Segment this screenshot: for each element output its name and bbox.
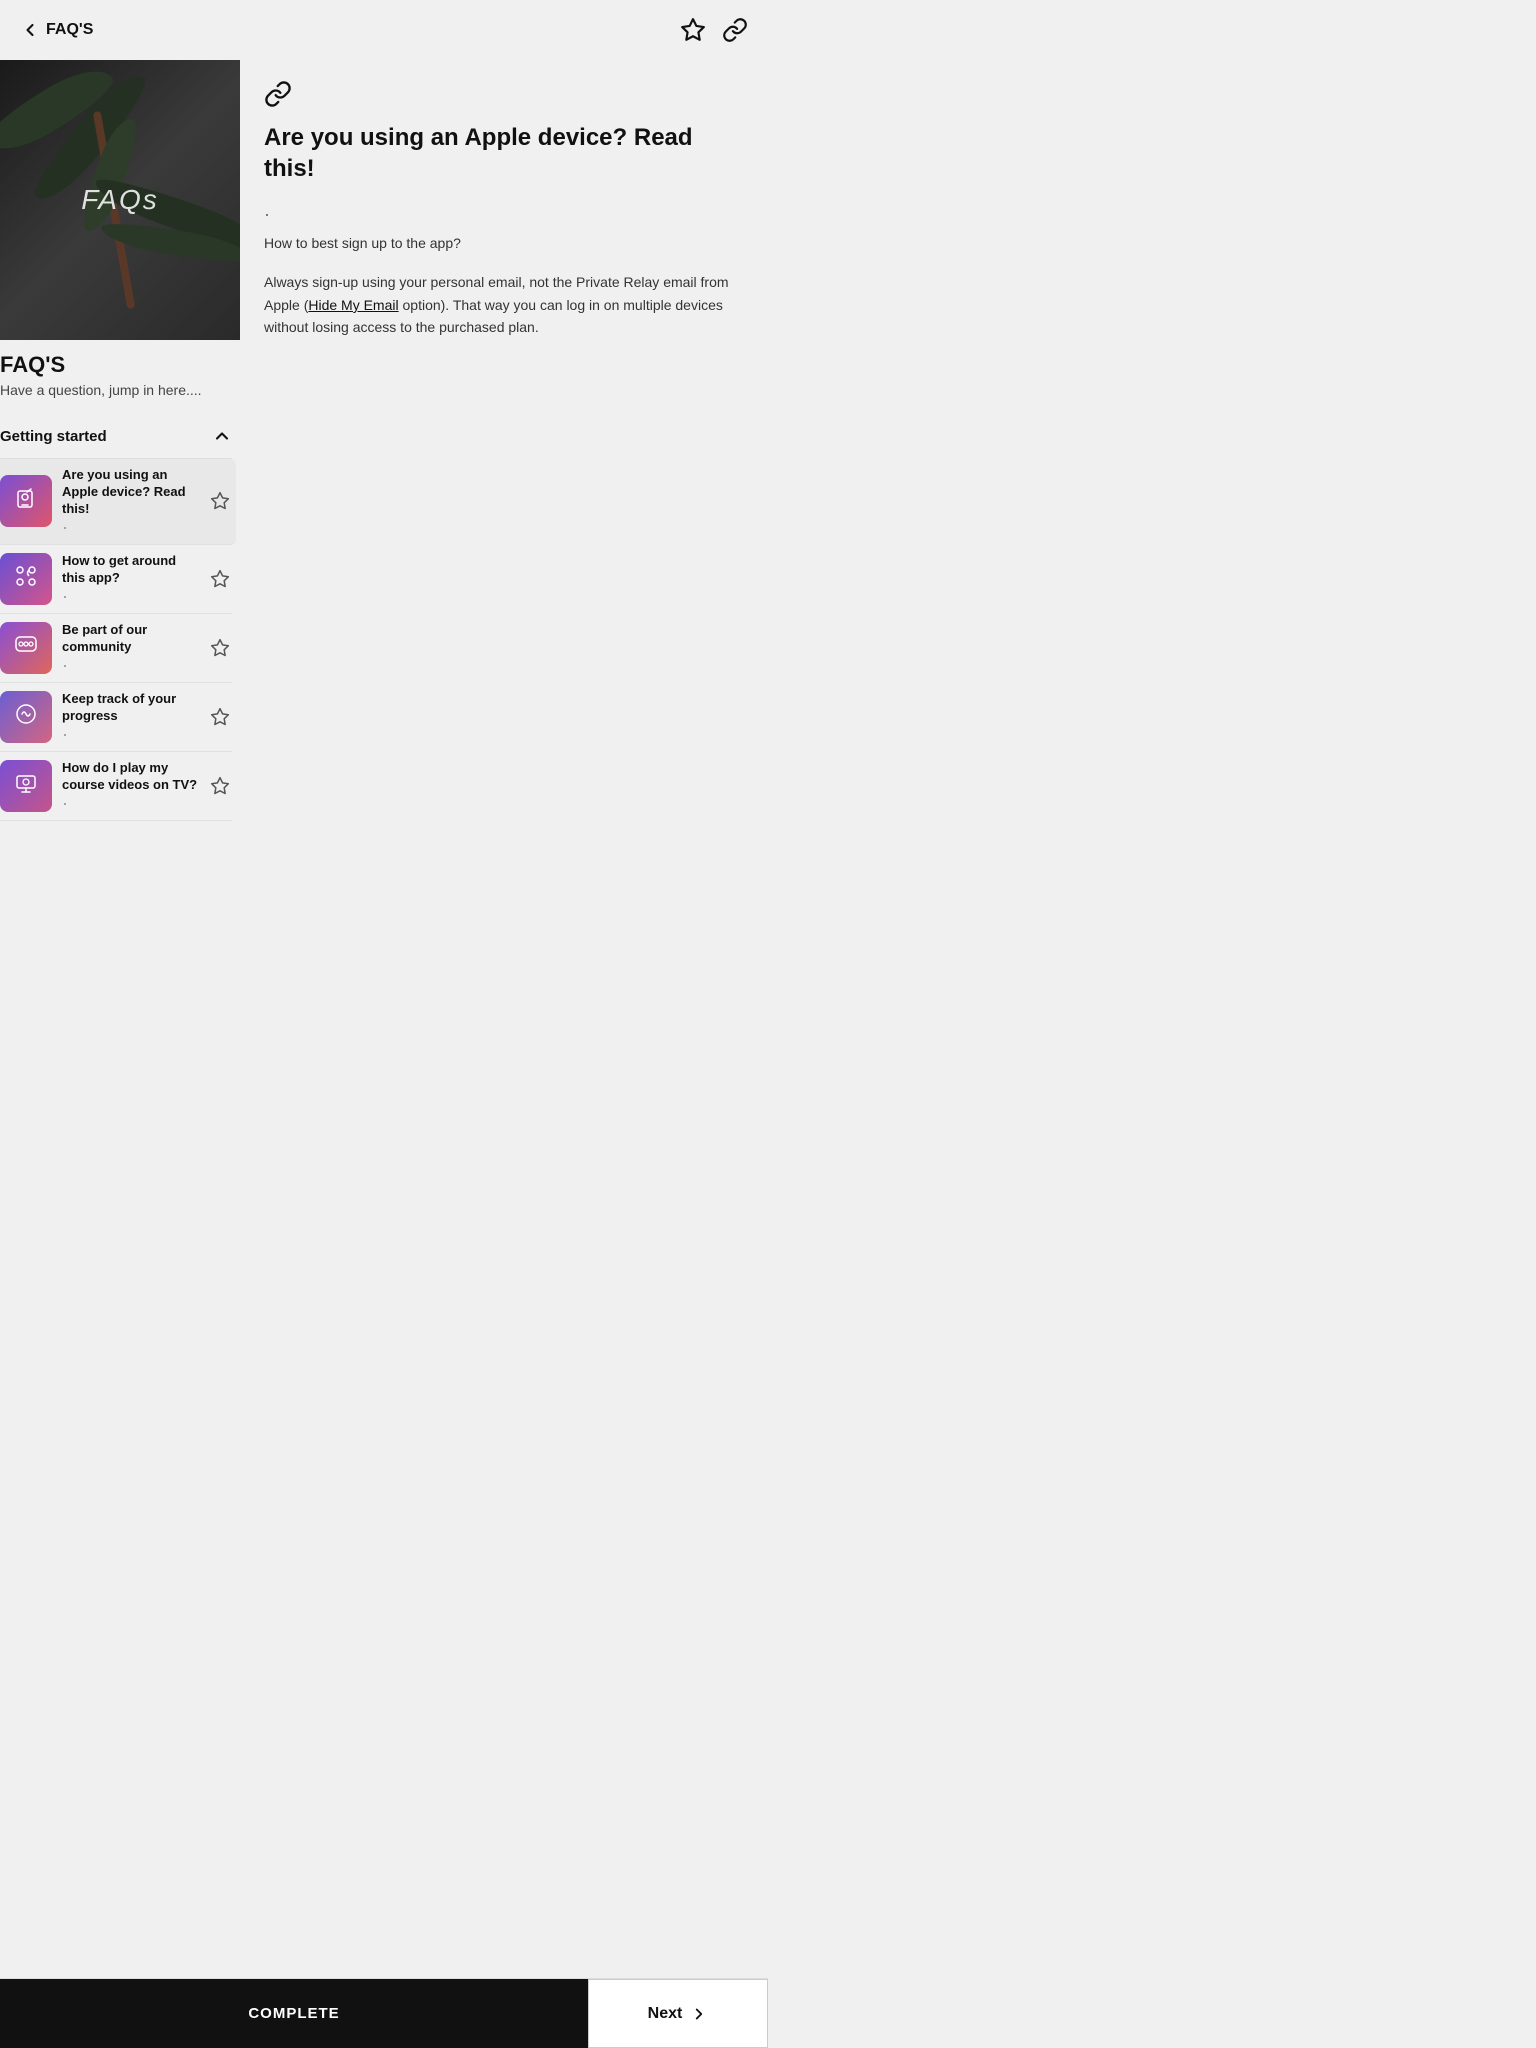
bookmark-icon[interactable]: [680, 17, 706, 43]
list-item-title-navigate: How to get around this app?: [62, 553, 198, 587]
header: FAQ'S: [0, 0, 768, 60]
list-item-text-navigate: How to get around this app? ·: [62, 553, 198, 605]
faq-list: Are you using an Apple device? Read this…: [0, 459, 232, 821]
hero-text: FAQs: [81, 184, 158, 216]
star-button-community[interactable]: [208, 636, 232, 660]
list-item-text-community: Be part of our community ·: [62, 622, 198, 674]
back-icon: [20, 20, 40, 40]
back-button[interactable]: FAQ'S: [20, 20, 93, 40]
star-button-progress[interactable]: [208, 705, 232, 729]
thumb-community: [0, 622, 52, 674]
link-icon[interactable]: [722, 17, 748, 43]
faq-subtitle: Have a question, jump in here....: [0, 382, 232, 398]
right-panel: Are you using an Apple device? Read this…: [240, 60, 768, 833]
article-link-icon[interactable]: [264, 80, 292, 108]
section-header-getting-started[interactable]: Getting started: [0, 414, 232, 459]
chevron-up-icon: [212, 426, 232, 446]
star-button-apple[interactable]: [208, 489, 232, 513]
hide-my-email-link[interactable]: Hide My Email: [308, 297, 398, 313]
list-item-title-progress: Keep track of your progress: [62, 691, 198, 725]
hero-image: FAQs: [0, 60, 240, 340]
list-item-text-progress: Keep track of your progress ·: [62, 691, 198, 743]
header-title: FAQ'S: [46, 21, 93, 39]
next-label: Next: [648, 2005, 683, 2023]
list-item-community[interactable]: Be part of our community ·: [0, 614, 232, 683]
list-item-navigate[interactable]: How to get around this app? ·: [0, 545, 232, 614]
article-title: Are you using an Apple device? Read this…: [264, 122, 744, 184]
list-item-progress[interactable]: Keep track of your progress ·: [0, 683, 232, 752]
article-question: How to best sign up to the app?: [264, 235, 744, 251]
list-item-title-community: Be part of our community: [62, 622, 198, 656]
star-button-tv[interactable]: [208, 774, 232, 798]
header-actions: [680, 17, 748, 43]
faq-title: FAQ'S: [0, 352, 232, 378]
section-title: Getting started: [0, 428, 107, 445]
complete-button[interactable]: COMPLETE: [0, 1979, 588, 2048]
bottom-bar: COMPLETE Next: [0, 1978, 768, 2048]
list-item-title-apple: Are you using an Apple device? Read this…: [62, 467, 198, 518]
list-item-text-apple: Are you using an Apple device? Read this…: [62, 467, 198, 536]
list-item-text-tv: How do I play my course videos on TV? ·: [62, 760, 198, 812]
left-panel: FAQs FAQ'S Have a question, jump in here…: [0, 60, 240, 833]
star-button-navigate[interactable]: [208, 567, 232, 591]
thumb-progress: [0, 691, 52, 743]
next-button[interactable]: Next: [588, 1979, 768, 2048]
next-arrow-icon: [690, 2005, 708, 2023]
thumb-apple: [0, 475, 52, 527]
list-item-title-tv: How do I play my course videos on TV?: [62, 760, 198, 794]
left-content: FAQ'S Have a question, jump in here.... …: [0, 340, 240, 833]
main-layout: FAQs FAQ'S Have a question, jump in here…: [0, 60, 768, 833]
thumb-tv: [0, 760, 52, 812]
list-item-tv[interactable]: How do I play my course videos on TV? ·: [0, 752, 232, 821]
article-answer: Always sign-up using your personal email…: [264, 271, 744, 338]
thumb-navigate: [0, 553, 52, 605]
article-dot: ·: [264, 204, 744, 225]
list-item-apple[interactable]: Are you using an Apple device? Read this…: [0, 459, 236, 545]
